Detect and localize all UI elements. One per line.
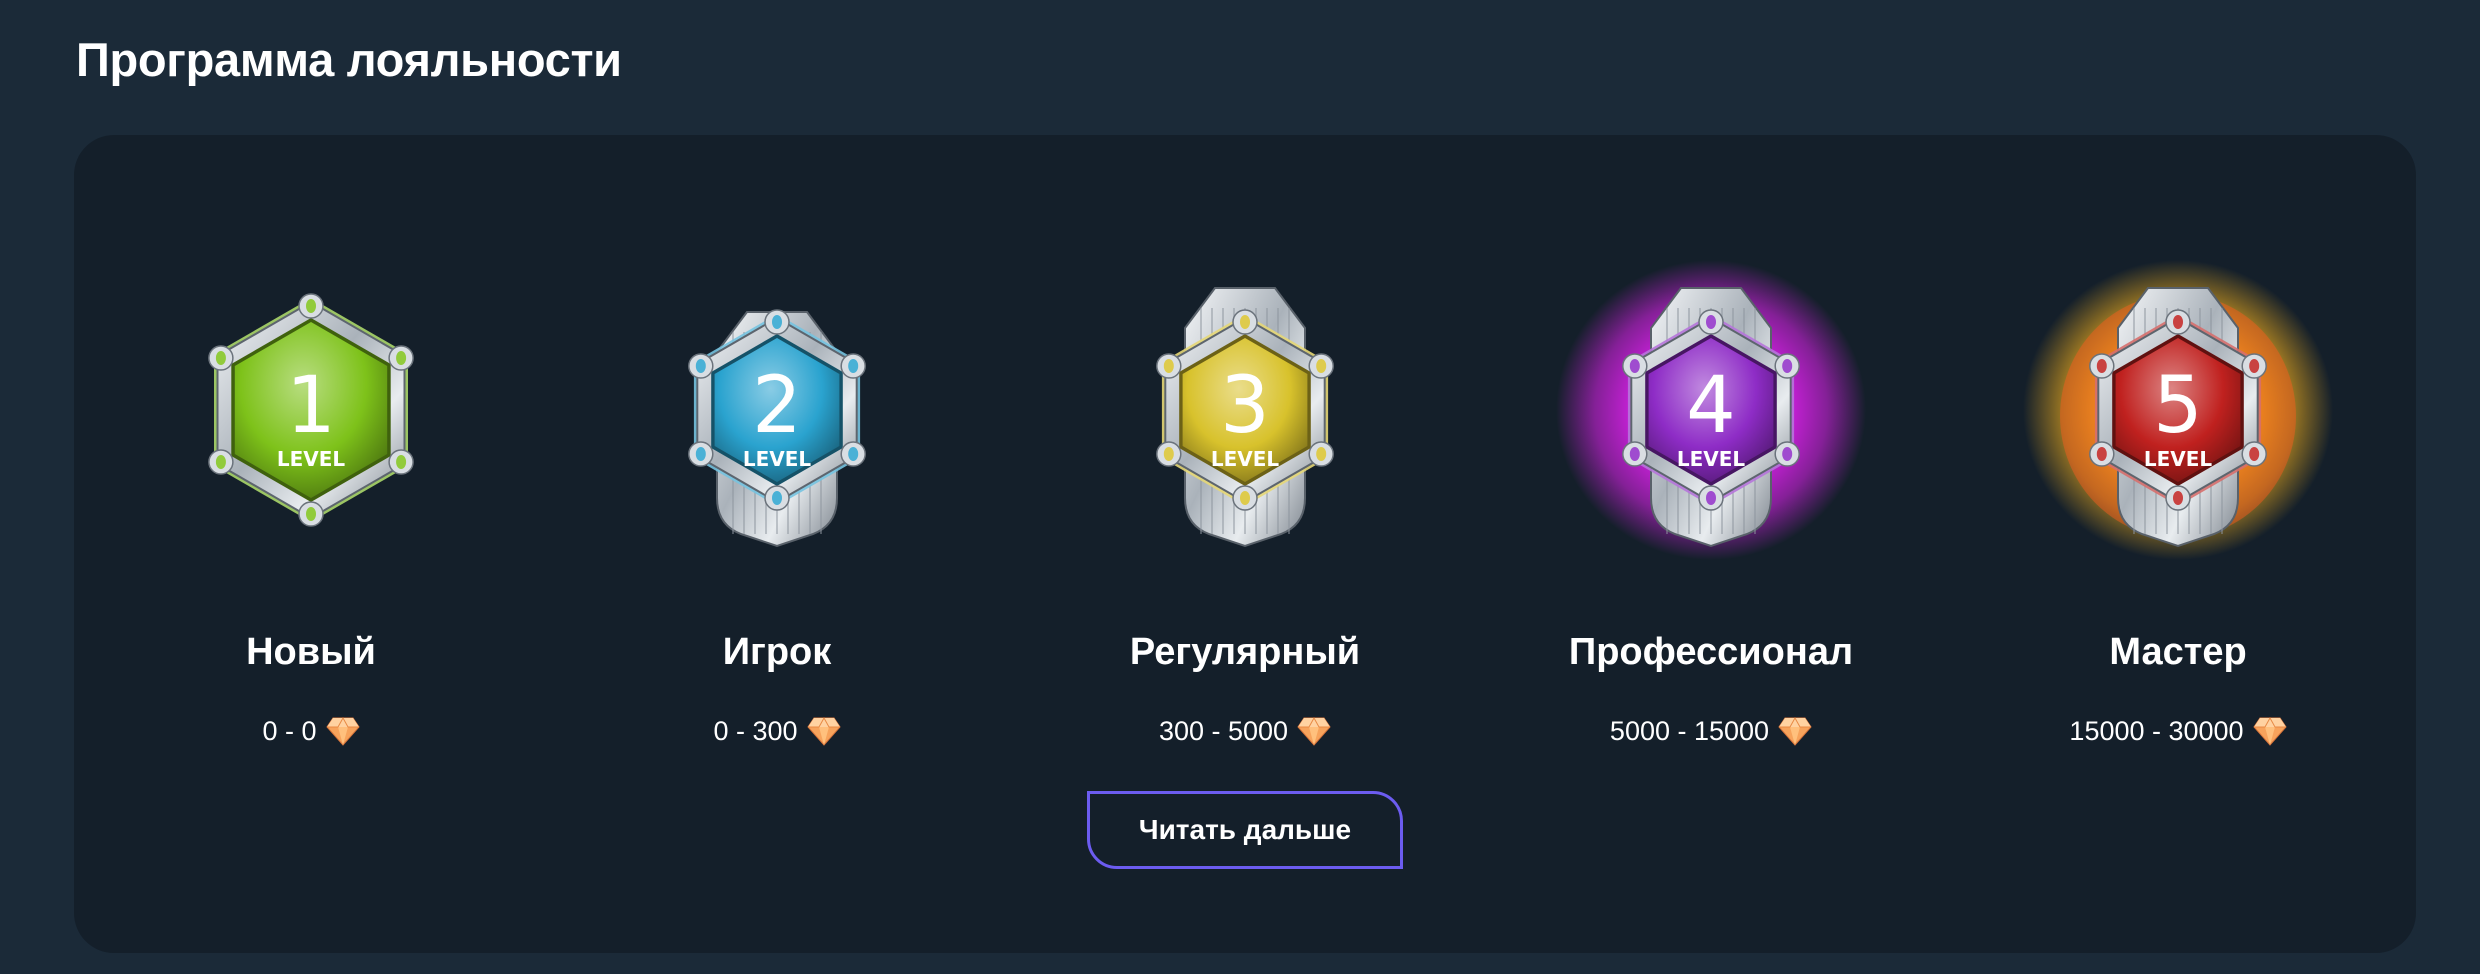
level-range-text: 15000 - 30000 (2069, 716, 2244, 746)
level-range-text: 0 - 300 (713, 716, 798, 746)
level-name: Профессионал (1568, 631, 1854, 673)
gem-icon (1297, 716, 1331, 746)
level-name: Игрок (722, 631, 832, 673)
level-card: 3 LEVEL Регулярный 300 - 5000 (1025, 135, 1465, 775)
level-range: 15000 - 30000 (1958, 713, 2398, 749)
level-range-text: 5000 - 15000 (1609, 716, 1770, 746)
svg-text:1: 1 (286, 361, 336, 451)
svg-text:LEVEL: LEVEL (1211, 447, 1280, 471)
level-list: 1 LEVEL Новый 0 - 0 2 LEVEL Игрок 0 - 300 … (74, 135, 2416, 775)
level-range: 0 - 0 (91, 713, 531, 749)
svg-text:4: 4 (1686, 361, 1736, 451)
svg-text:2: 2 (752, 361, 802, 451)
level-card: 1 LEVEL Новый 0 - 0 (91, 135, 531, 775)
level-range-text: 0 - 0 (262, 716, 317, 746)
level-card: 2 LEVEL Игрок 0 - 300 (557, 135, 997, 775)
page-title: Программа лояльности (76, 33, 622, 86)
level-range: 300 - 5000 (1025, 713, 1465, 749)
level-4-badge-icon: 4 LEVEL (1551, 250, 1871, 570)
level-card: 5 LEVEL Мастер 15000 - 30000 (1958, 135, 2398, 775)
svg-text:LEVEL: LEVEL (743, 447, 812, 471)
level-3-badge-icon: 3 LEVEL (1085, 250, 1405, 570)
gem-icon (806, 716, 841, 746)
level-name: Регулярный (1129, 631, 1361, 673)
level-2-badge-icon: 2 LEVEL (617, 250, 937, 570)
loyalty-panel: 1 LEVEL Новый 0 - 0 2 LEVEL Игрок 0 - 300 … (74, 135, 2416, 953)
level-1-badge-icon: 1 LEVEL (151, 250, 471, 570)
level-range: 0 - 300 (557, 713, 997, 749)
svg-text:3: 3 (1220, 361, 1270, 451)
gem-icon (325, 716, 360, 746)
level-name: Новый (246, 631, 376, 673)
level-range-text: 300 - 5000 (1158, 716, 1289, 746)
svg-text:LEVEL: LEVEL (1677, 447, 1746, 471)
read-more-button[interactable]: Читать дальше (1087, 791, 1403, 869)
svg-text:5: 5 (2153, 361, 2203, 451)
svg-text:LEVEL: LEVEL (2144, 447, 2213, 471)
gem-icon (1778, 716, 1812, 746)
level-card: 4 LEVEL Профессионал 5000 - 15000 (1491, 135, 1931, 775)
level-5-badge-icon: 5 LEVEL (2018, 250, 2338, 570)
svg-text:LEVEL: LEVEL (277, 447, 346, 471)
level-range: 5000 - 15000 (1491, 713, 1931, 749)
gem-icon (2252, 716, 2287, 746)
level-name: Мастер (2109, 631, 2247, 673)
